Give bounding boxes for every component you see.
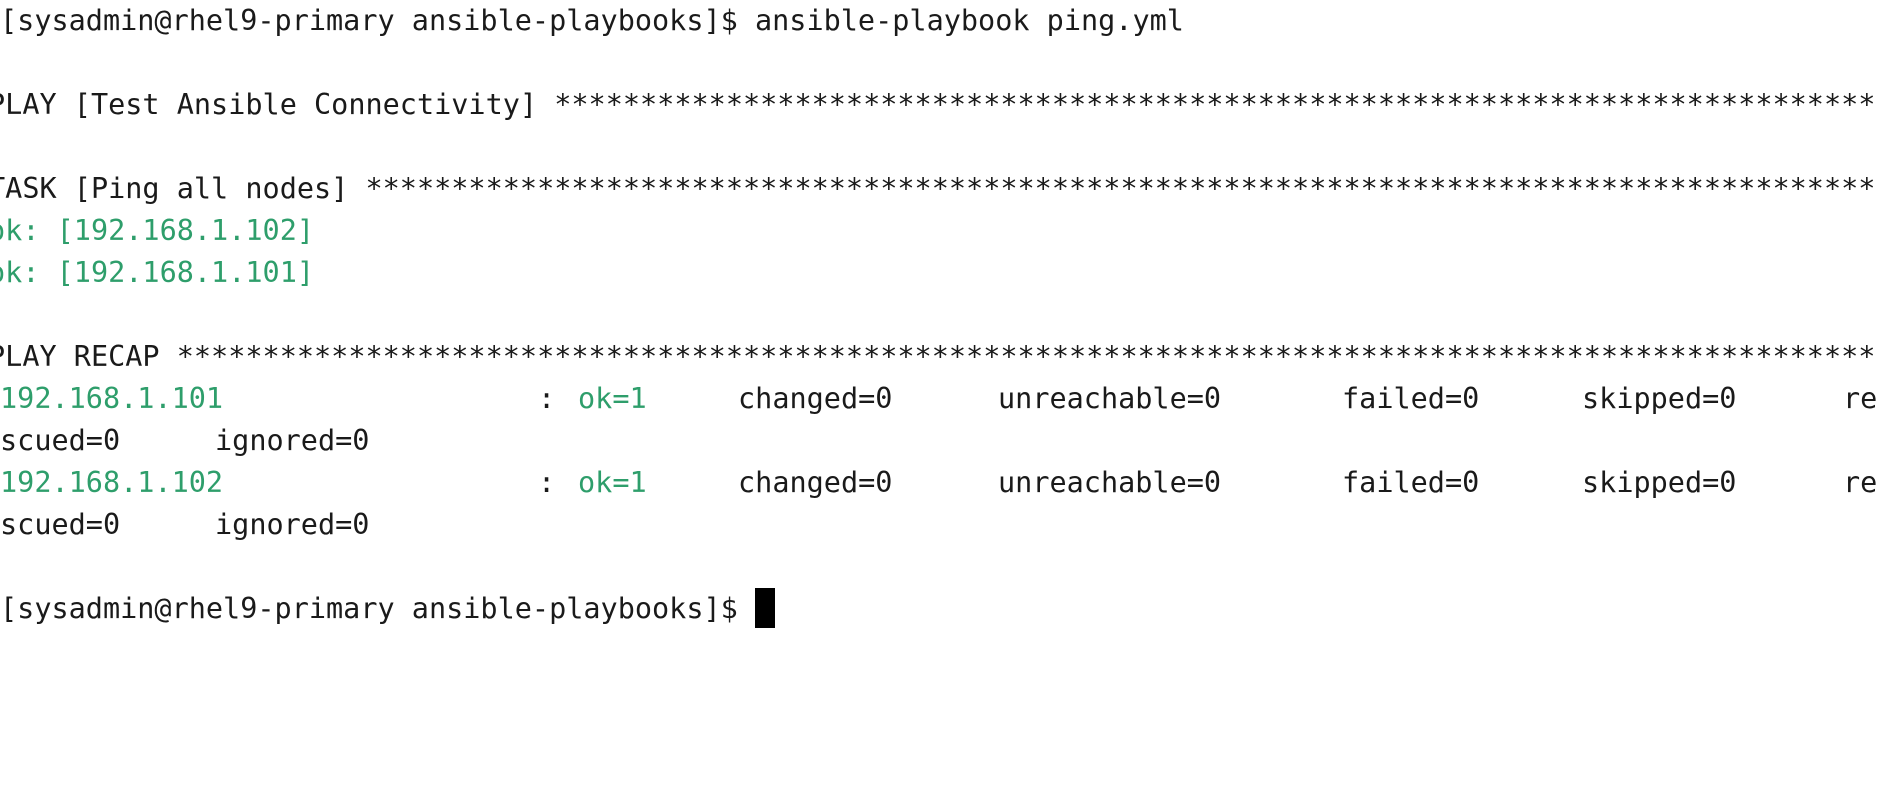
recap-failed: failed=0	[1342, 466, 1480, 499]
task-result-line: ok: [192.168.1.101]	[0, 252, 1873, 294]
recap-colon: :	[538, 466, 556, 499]
recap-host: 192.168.1.101	[0, 382, 224, 415]
recap-header: PLAY RECAP *****************************…	[0, 336, 1873, 378]
terminal-window[interactable]: [sysadmin@rhel9-primary ansible-playbook…	[0, 0, 1885, 795]
play-header-text: PLAY [Test Ansible Connectivity] *******…	[0, 88, 1873, 121]
shell-prompt: [sysadmin@rhel9-primary ansible-playbook…	[0, 592, 755, 625]
text-cursor[interactable]	[754, 588, 775, 628]
shell-prompt: [sysadmin@rhel9-primary ansible-playbook…	[0, 4, 755, 37]
play-header: PLAY [Test Ansible Connectivity] *******…	[0, 84, 1873, 126]
recap-ignored: ignored=0	[215, 508, 370, 541]
task-header-text: TASK [Ping all nodes] ******************…	[0, 172, 1873, 205]
recap-rescued-head: re	[1843, 466, 1878, 499]
recap-header-text: PLAY RECAP *****************************…	[0, 340, 1873, 373]
recap-changed: changed=0	[738, 382, 893, 415]
recap-host: 192.168.1.102	[0, 466, 224, 499]
recap-row-wrap: scued=0 ignored=0	[0, 420, 1885, 462]
recap-ok: ok=1	[578, 466, 647, 499]
recap-failed: failed=0	[1342, 382, 1480, 415]
active-prompt-line[interactable]: [sysadmin@rhel9-primary ansible-playbook…	[0, 588, 1885, 630]
recap-row: 192.168.1.102 : ok=1 changed=0 unreachab…	[0, 462, 1885, 504]
command-line: [sysadmin@rhel9-primary ansible-playbook…	[0, 0, 1885, 42]
recap-unreachable: unreachable=0	[998, 382, 1222, 415]
task-result-line: ok: [192.168.1.102]	[0, 210, 1873, 252]
recap-rescued-head: re	[1843, 382, 1878, 415]
terminal-output: [sysadmin@rhel9-primary ansible-playbook…	[0, 0, 1885, 630]
recap-colon: :	[538, 382, 556, 415]
task-result-text: ok: [192.168.1.102]	[0, 214, 315, 247]
recap-skipped: skipped=0	[1582, 382, 1737, 415]
recap-unreachable: unreachable=0	[998, 466, 1222, 499]
recap-skipped: skipped=0	[1582, 466, 1737, 499]
recap-ok: ok=1	[578, 382, 647, 415]
recap-rescued-tail: scued=0	[0, 424, 121, 457]
task-result-text: ok: [192.168.1.101]	[0, 256, 315, 289]
recap-ignored: ignored=0	[215, 424, 370, 457]
recap-changed: changed=0	[738, 466, 893, 499]
recap-row-wrap: scued=0 ignored=0	[0, 504, 1885, 546]
recap-rescued-tail: scued=0	[0, 508, 121, 541]
recap-row: 192.168.1.101 : ok=1 changed=0 unreachab…	[0, 378, 1885, 420]
task-header: TASK [Ping all nodes] ******************…	[0, 168, 1873, 210]
command-text: ansible-playbook ping.yml	[754, 4, 1184, 37]
